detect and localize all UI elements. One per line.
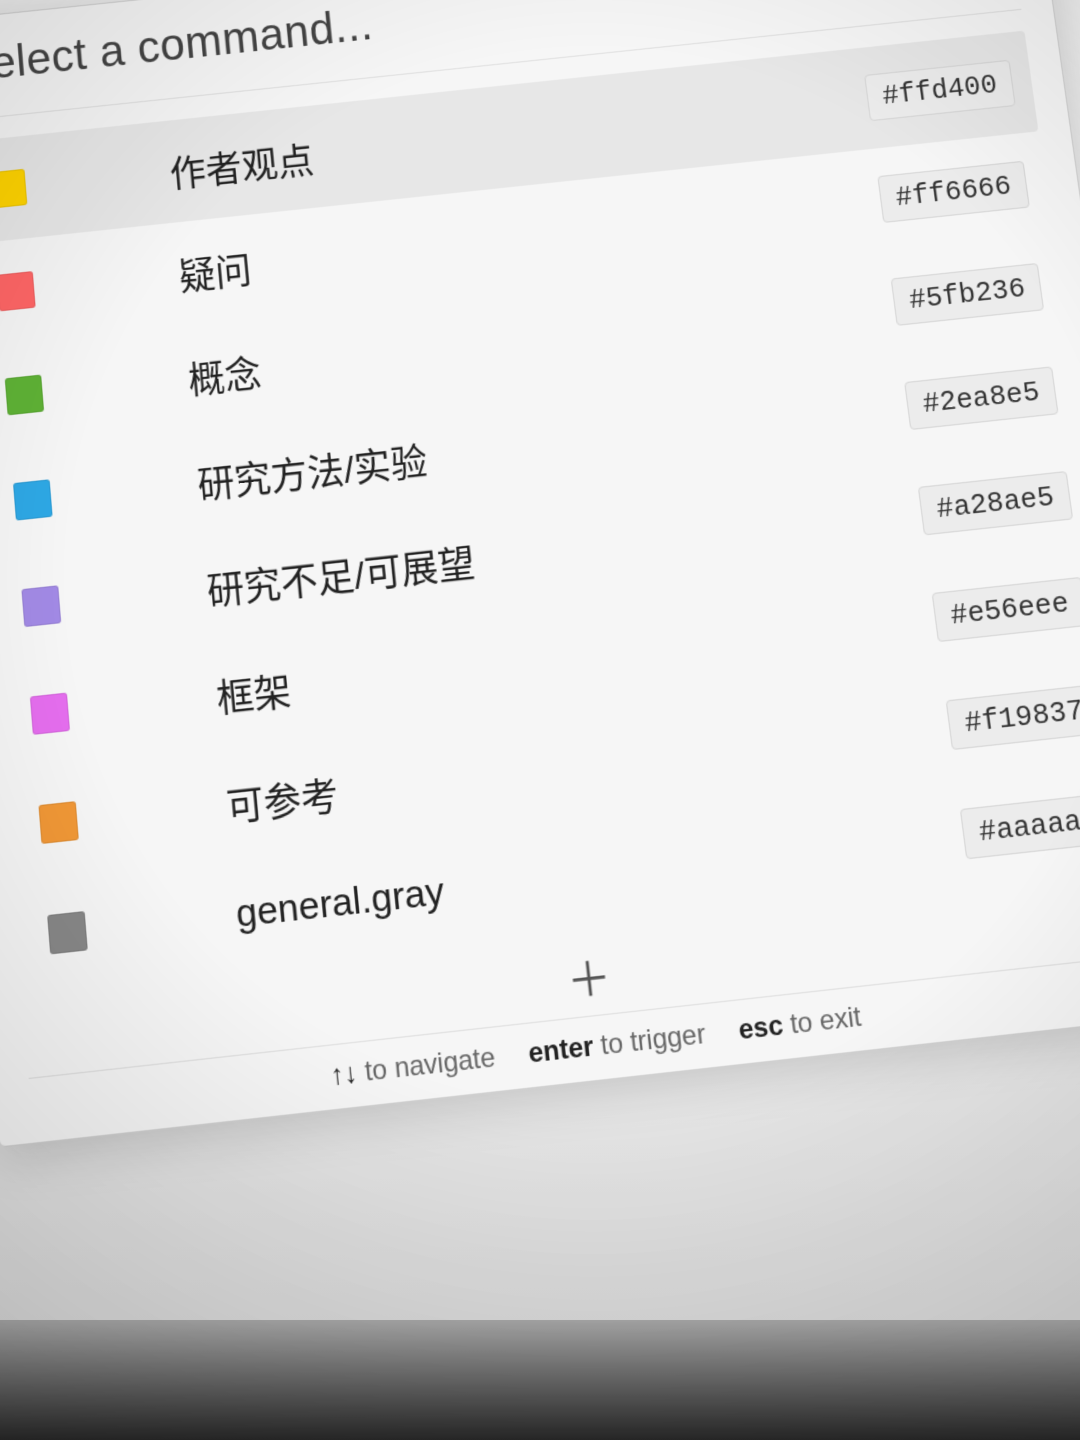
color-swatch [21, 585, 61, 627]
color-hex[interactable]: #ffd400 [864, 60, 1016, 122]
monitor-bezel [0, 1320, 1080, 1440]
color-hex[interactable]: #5fb236 [890, 263, 1044, 326]
hint-trigger: enter to trigger [527, 1018, 708, 1070]
color-hex[interactable]: #2ea8e5 [904, 366, 1059, 430]
color-hex[interactable]: #aaaaaa [960, 792, 1080, 859]
color-swatch [0, 271, 36, 311]
color-hex[interactable]: #ff6666 [877, 161, 1030, 223]
color-hex[interactable]: #a28ae5 [918, 471, 1074, 536]
color-swatch [5, 375, 44, 416]
color-hex[interactable]: #e56eee [931, 577, 1080, 642]
color-swatch [13, 479, 53, 520]
color-swatch [30, 693, 70, 735]
color-swatch [38, 801, 78, 844]
hint-navigate: ↑↓ to navigate [329, 1042, 497, 1093]
color-swatch [47, 911, 88, 954]
hint-exit: esc to exit [737, 1001, 863, 1047]
command-list: 作者观点#ffd400疑问#ff6666概念#5fb236研究方法/实验#2ea… [0, 10, 1080, 1003]
color-swatch [0, 169, 27, 209]
add-button[interactable]: ＋ [560, 950, 619, 1012]
command-palette[interactable]: Select a command... 作者观点#ffd400疑问#ff6666… [0, 0, 1080, 1148]
color-hex[interactable]: #f19837 [945, 684, 1080, 750]
